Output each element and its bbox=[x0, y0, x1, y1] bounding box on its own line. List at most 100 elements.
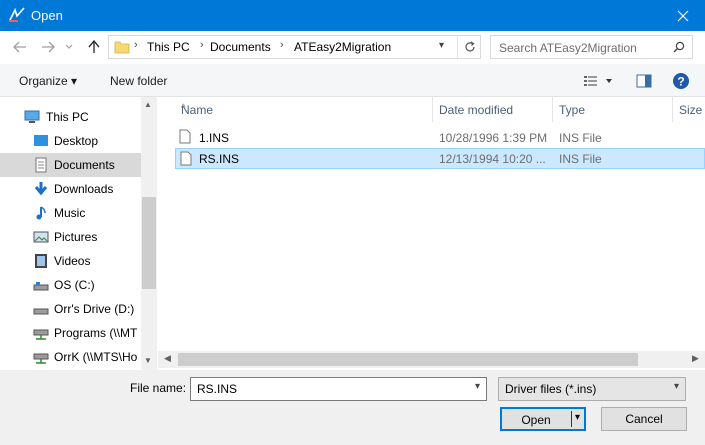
close-icon bbox=[677, 10, 689, 21]
scroll-left-icon[interactable]: ◀ bbox=[164, 353, 171, 364]
open-button[interactable]: Open ▾ bbox=[500, 407, 586, 431]
back-button[interactable] bbox=[12, 39, 28, 55]
svg-text:?: ? bbox=[677, 75, 684, 89]
file-list: Name ^ Date modified Type Size 1.INS 10/… bbox=[158, 97, 705, 370]
scroll-thumb[interactable] bbox=[142, 197, 156, 289]
nav-item-os-c[interactable]: OS (C:) bbox=[0, 273, 141, 297]
refresh-button[interactable] bbox=[457, 36, 481, 58]
back-arrow-icon bbox=[13, 41, 26, 53]
nav-item-downloads[interactable]: Downloads bbox=[0, 177, 141, 201]
file-row[interactable]: RS.INS 12/13/1994 10:20 ... INS File bbox=[175, 148, 705, 169]
file-type-filter-value: Driver files (*.ins) bbox=[505, 382, 597, 396]
nav-label: Desktop bbox=[54, 134, 99, 148]
command-bar: Organize ▾ New folder ? bbox=[0, 64, 705, 97]
recent-locations-button[interactable] bbox=[64, 39, 74, 55]
drive-icon bbox=[33, 308, 49, 315]
column-header-date[interactable]: Date modified bbox=[433, 97, 553, 122]
file-type: INS File bbox=[559, 131, 602, 145]
chevron-down-icon: ▾ bbox=[673, 381, 679, 392]
split-divider bbox=[571, 411, 572, 427]
nav-item-documents[interactable]: Documents bbox=[0, 153, 141, 177]
nav-label: Pictures bbox=[54, 230, 98, 244]
file-icon bbox=[179, 129, 191, 144]
nav-item-music[interactable]: Music bbox=[0, 201, 141, 225]
network-drive-icon bbox=[33, 353, 49, 364]
file-name: 1.INS bbox=[199, 131, 230, 145]
nav-label: Downloads bbox=[54, 182, 114, 196]
search-icon bbox=[673, 41, 685, 53]
horizontal-scrollbar[interactable]: ◀ ▶ bbox=[158, 351, 705, 368]
search-placeholder: Search ATEasy2Migration bbox=[499, 41, 637, 55]
network-drive-icon bbox=[33, 329, 49, 340]
file-name: RS.INS bbox=[199, 152, 240, 166]
file-row[interactable]: 1.INS 10/28/1996 1:39 PM INS File bbox=[175, 127, 705, 148]
desktop-icon bbox=[34, 135, 48, 146]
nav-label: Programs (\\MT bbox=[54, 326, 138, 340]
address-bar[interactable]: › This PC › Documents › ATEasy2Migration… bbox=[108, 35, 481, 59]
scroll-down-icon[interactable]: ▼ bbox=[144, 356, 152, 365]
cancel-label: Cancel bbox=[625, 412, 663, 426]
navigation-pane: This PC Desktop Documents Downloads Musi… bbox=[0, 97, 157, 370]
scroll-right-icon[interactable]: ▶ bbox=[692, 353, 699, 364]
nav-item-orrs-drive-d[interactable]: Orr's Drive (D:) bbox=[0, 297, 141, 321]
chevron-right-icon: › bbox=[134, 39, 138, 51]
navigation-scrollbar[interactable]: ▲ ▼ bbox=[141, 97, 157, 370]
nav-item-desktop[interactable]: Desktop bbox=[0, 129, 141, 153]
forward-button[interactable] bbox=[40, 39, 56, 55]
scroll-up-icon[interactable]: ▲ bbox=[144, 100, 152, 109]
file-date: 12/13/1994 10:20 ... bbox=[439, 152, 546, 166]
breadcrumb-documents[interactable]: Documents bbox=[210, 40, 271, 54]
pictures-icon bbox=[33, 231, 49, 243]
search-input[interactable]: Search ATEasy2Migration bbox=[490, 35, 693, 59]
file-date: 10/28/1996 1:39 PM bbox=[439, 131, 548, 145]
nav-label: Orr's Drive (D:) bbox=[54, 302, 135, 316]
file-type-filter[interactable]: Driver files (*.ins) ▾ bbox=[498, 377, 686, 401]
folder-icon bbox=[114, 41, 130, 54]
file-icon bbox=[180, 151, 192, 166]
cancel-button[interactable]: Cancel bbox=[601, 407, 687, 431]
breadcrumb-this-pc[interactable]: This PC bbox=[147, 40, 190, 54]
nav-label: OrrK (\\MTS\Ho bbox=[54, 350, 138, 364]
file-name-label: File name: bbox=[130, 381, 187, 395]
open-options-dropdown-icon[interactable]: ▾ bbox=[575, 412, 580, 423]
file-name-value: RS.INS bbox=[197, 382, 238, 396]
up-arrow-icon bbox=[88, 40, 100, 53]
column-label: Type bbox=[559, 103, 586, 117]
chevron-down-icon[interactable]: ▾ bbox=[475, 381, 480, 392]
computer-icon bbox=[24, 110, 40, 123]
nav-item-videos[interactable]: Videos bbox=[0, 249, 141, 273]
scroll-thumb[interactable] bbox=[178, 353, 638, 366]
nav-item-this-pc[interactable]: This PC bbox=[0, 105, 141, 129]
nav-item-pictures[interactable]: Pictures bbox=[0, 225, 141, 249]
preview-pane-icon[interactable] bbox=[636, 74, 652, 88]
refresh-icon bbox=[464, 41, 475, 52]
view-options-icon[interactable] bbox=[583, 75, 615, 87]
chevron-right-icon: › bbox=[200, 39, 204, 51]
documents-icon bbox=[35, 157, 47, 173]
nav-label: Videos bbox=[54, 254, 91, 268]
chevron-down-icon bbox=[65, 44, 73, 49]
nav-item-programs[interactable]: Programs (\\MT bbox=[0, 321, 141, 345]
forward-arrow-icon bbox=[42, 41, 55, 53]
app-icon bbox=[9, 7, 25, 22]
help-icon[interactable]: ? bbox=[672, 72, 690, 90]
column-header-type[interactable]: Type bbox=[553, 97, 673, 122]
up-button[interactable] bbox=[86, 39, 102, 55]
drive-icon bbox=[33, 282, 49, 291]
column-label: Size bbox=[679, 103, 703, 117]
close-button[interactable] bbox=[661, 0, 705, 31]
window-title: Open bbox=[31, 8, 63, 23]
address-dropdown-icon[interactable]: ▾ bbox=[439, 40, 444, 51]
new-folder-button[interactable]: New folder bbox=[110, 74, 167, 88]
organize-button[interactable]: Organize ▾ bbox=[19, 74, 77, 88]
column-label: Date modified bbox=[439, 103, 514, 117]
file-name-field[interactable]: RS.INS ▾ bbox=[190, 377, 487, 401]
nav-item-orrk[interactable]: OrrK (\\MTS\Ho bbox=[0, 345, 141, 369]
breadcrumb-ateasy2migration[interactable]: ATEasy2Migration bbox=[294, 40, 391, 54]
nav-label: This PC bbox=[46, 110, 89, 124]
column-header-name[interactable]: Name ^ bbox=[175, 97, 433, 122]
nav-label: Documents bbox=[54, 158, 115, 172]
column-header-size[interactable]: Size bbox=[673, 97, 705, 122]
sort-ascending-icon: ^ bbox=[181, 103, 186, 114]
address-row: › This PC › Documents › ATEasy2Migration… bbox=[0, 31, 705, 64]
